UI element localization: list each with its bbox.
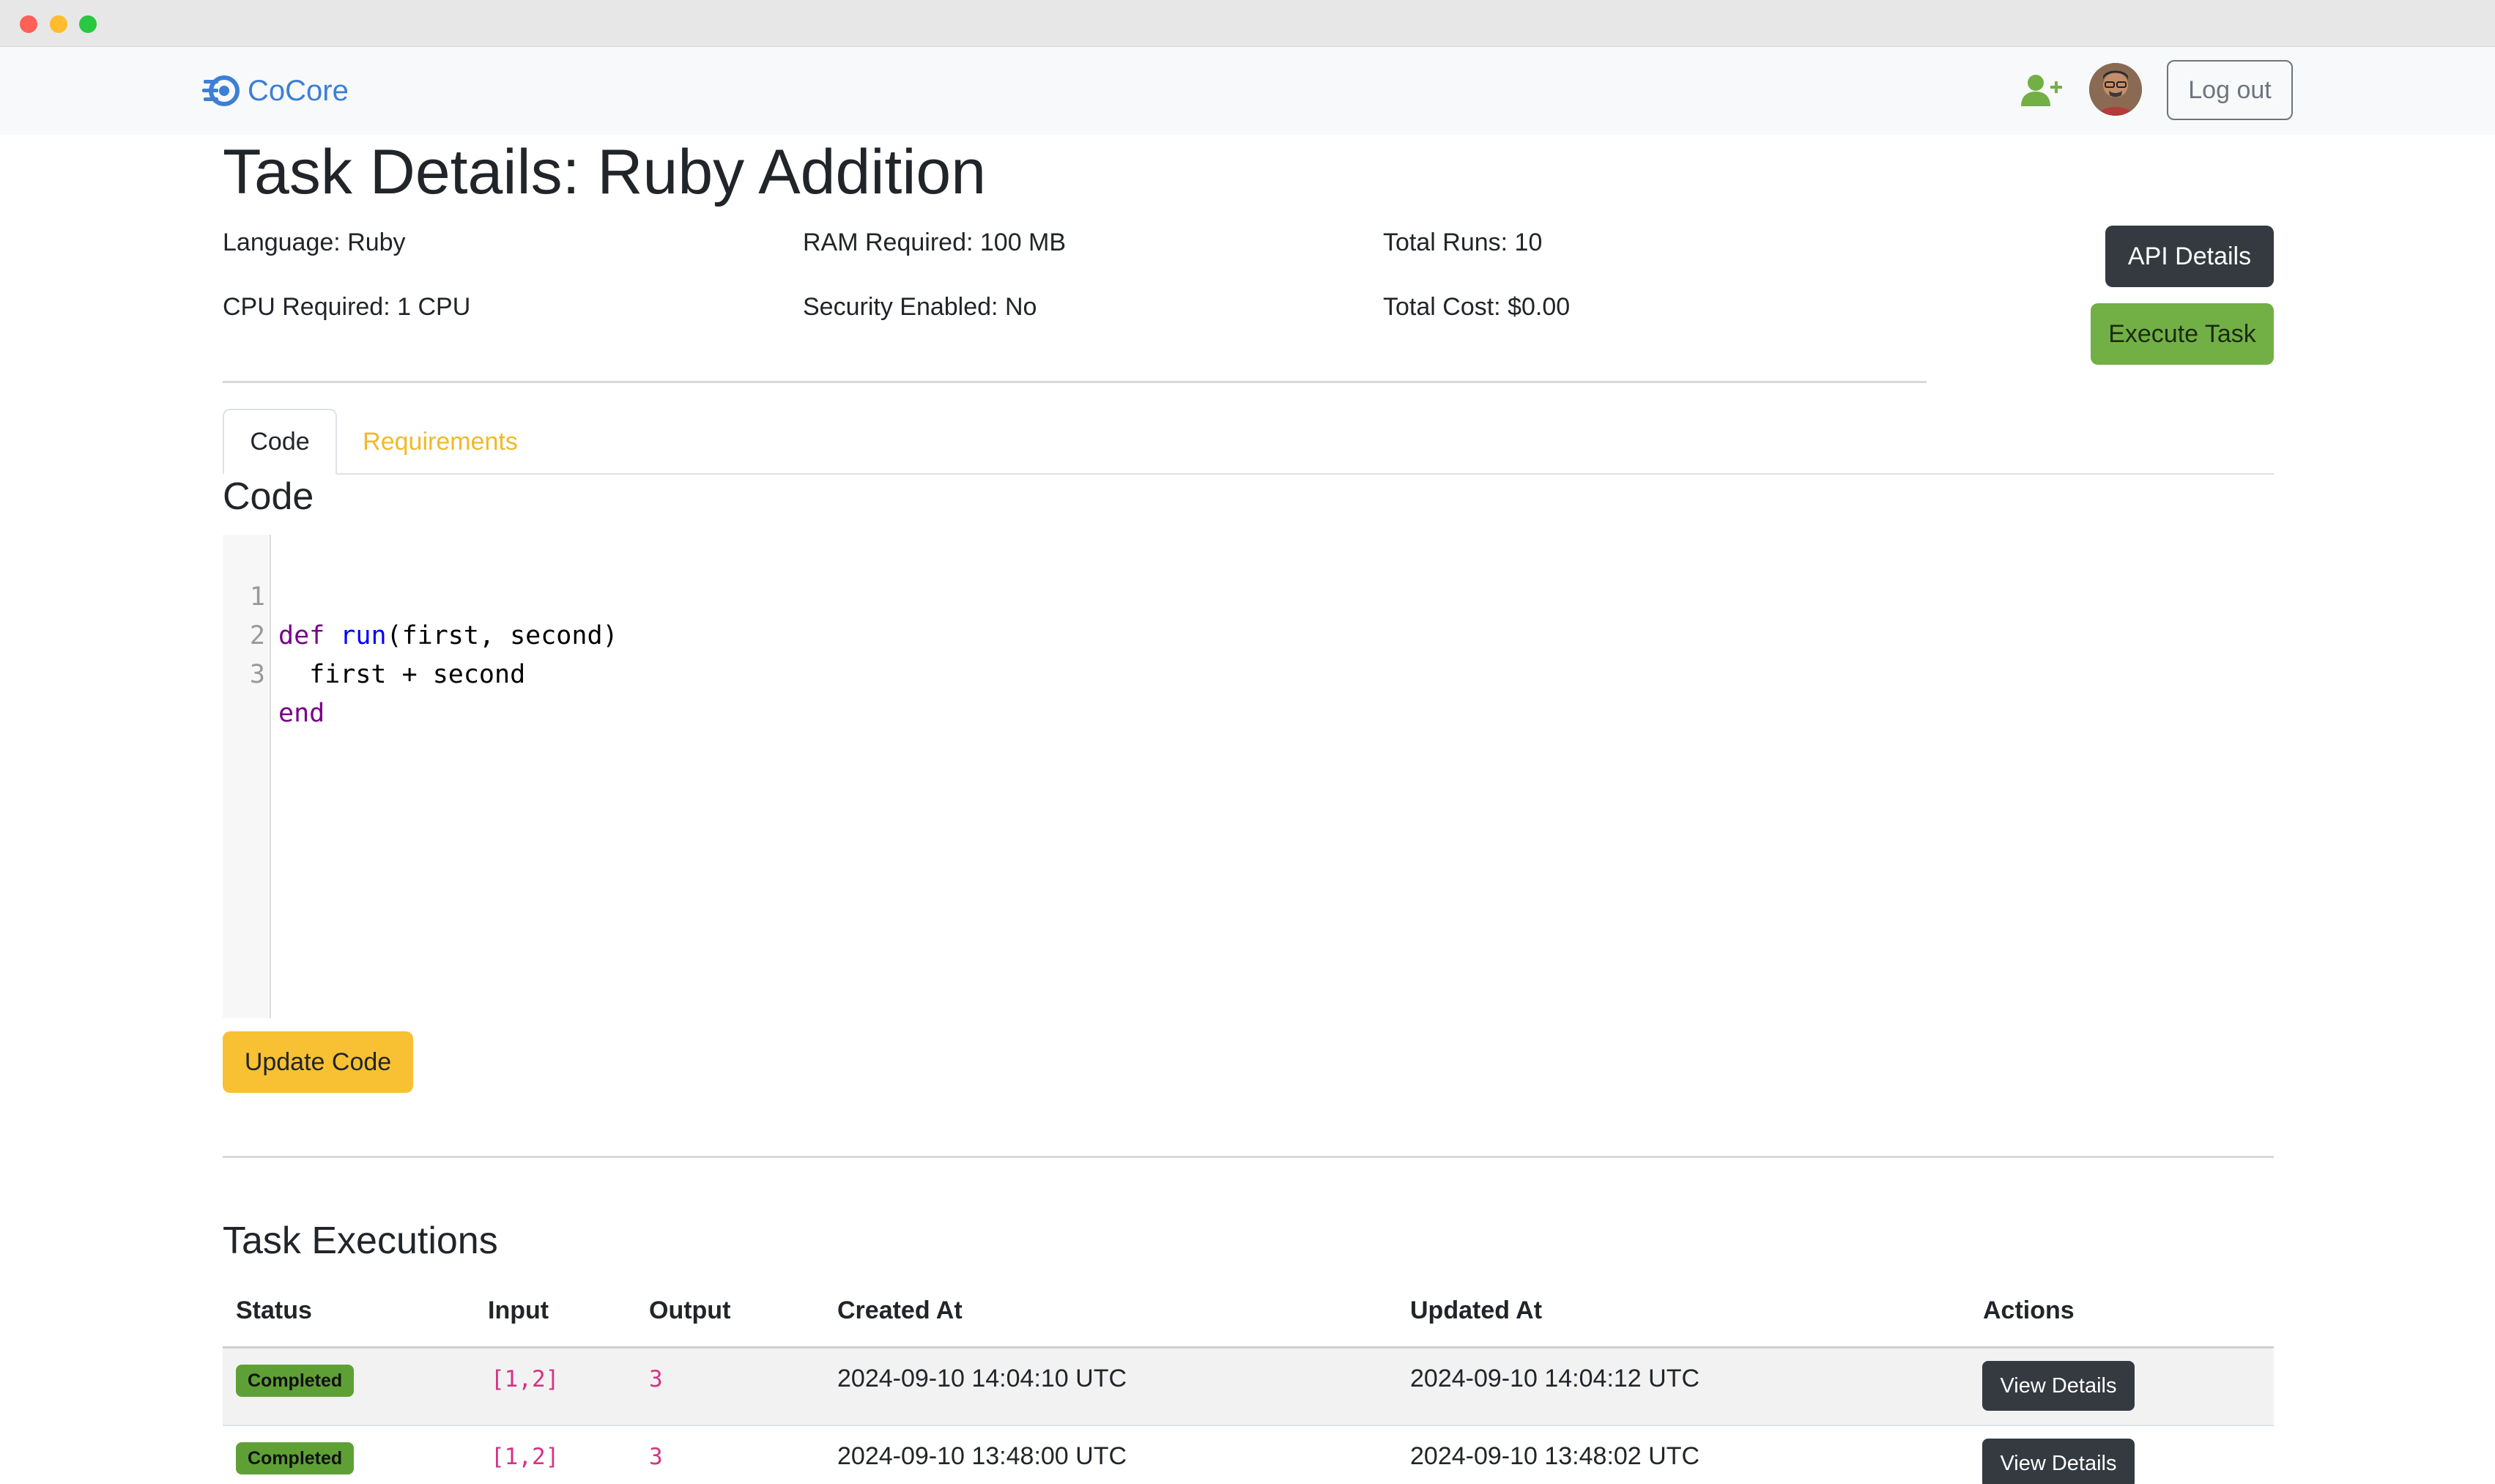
cocore-logo-icon: [202, 75, 240, 106]
cpu-value: 1 CPU: [397, 293, 471, 321]
security-label: Security Enabled:: [803, 293, 998, 321]
task-executions-title: Task Executions: [223, 1220, 498, 1262]
cost-info: Total Cost: $0.00: [1383, 293, 1570, 322]
tab-requirements[interactable]: Requirements: [337, 409, 544, 475]
tab-code[interactable]: Code: [223, 409, 337, 475]
line-number: 3: [249, 660, 265, 689]
input-cell: [1,2]: [491, 1444, 560, 1470]
divider: [223, 1156, 2274, 1158]
cpu-info: CPU Required: 1 CPU: [223, 293, 470, 322]
user-plus-icon: [2021, 75, 2062, 106]
updated-at-cell: 2024-09-10 13:48:02 UTC: [1410, 1442, 1700, 1470]
ram-value: 100 MB: [979, 229, 1067, 256]
user-avatar[interactable]: [2089, 63, 2142, 116]
runs-info: Total Runs: 10: [1383, 229, 1542, 257]
ram-label: RAM Required:: [803, 229, 974, 256]
api-details-button[interactable]: API Details: [2105, 226, 2274, 287]
page-title: Task Details: Ruby Addition: [223, 137, 987, 207]
created-at-cell: 2024-09-10 14:04:10 UTC: [837, 1365, 1127, 1392]
add-user-button[interactable]: [2020, 69, 2064, 113]
language-label: Language:: [223, 229, 341, 256]
column-header-updated-at: Updated At: [1410, 1296, 1543, 1324]
view-details-button[interactable]: View Details: [1982, 1439, 2135, 1484]
ram-info: RAM Required: 100 MB: [803, 229, 1066, 257]
view-details-button[interactable]: View Details: [1982, 1361, 2135, 1411]
status-badge: Completed: [236, 1365, 355, 1397]
code-text: first + second: [278, 660, 526, 689]
divider: [223, 381, 1927, 383]
code-text: end: [278, 694, 325, 733]
column-header-actions: Actions: [1983, 1296, 2075, 1324]
created-at-cell: 2024-09-10 13:48:00 UTC: [837, 1442, 1127, 1470]
code-keyword: end: [278, 699, 325, 728]
input-cell: [1,2]: [491, 1366, 560, 1392]
runs-value: 10: [1514, 229, 1543, 256]
code-line: 2 first + second: [223, 578, 2274, 689]
code-line: 3 end: [223, 617, 2274, 728]
language-info: Language: Ruby: [223, 229, 406, 257]
close-window-button[interactable]: [20, 15, 37, 33]
cpu-label: CPU Required:: [223, 293, 390, 321]
avatar-image: [2089, 63, 2142, 116]
minimize-window-button[interactable]: [50, 15, 67, 33]
security-info: Security Enabled: No: [803, 293, 1037, 322]
execute-task-button[interactable]: Execute Task: [2091, 303, 2274, 365]
logout-button[interactable]: Log out: [2167, 60, 2293, 120]
code-editor[interactable]: 1 def run(first, second) 2 first + secon…: [223, 535, 2274, 1018]
code-section-title: Code: [223, 475, 314, 518]
window-titlebar: [0, 0, 2495, 47]
table-row: Completed [1,2] 3 2024-09-10 14:04:10 UT…: [223, 1348, 2274, 1425]
cost-value: $0.00: [1508, 293, 1571, 321]
cost-label: Total Cost:: [1383, 293, 1501, 321]
brand-link[interactable]: CoCore: [202, 69, 349, 113]
output-cell: 3: [649, 1444, 663, 1470]
update-code-button[interactable]: Update Code: [223, 1031, 413, 1093]
maximize-window-button[interactable]: [79, 15, 97, 33]
security-value: No: [1004, 293, 1037, 321]
column-header-status: Status: [236, 1296, 312, 1324]
column-header-output: Output: [649, 1296, 731, 1324]
updated-at-cell: 2024-09-10 14:04:12 UTC: [1410, 1365, 1700, 1392]
status-badge: Completed: [236, 1442, 355, 1474]
brand-name: CoCore: [248, 74, 349, 107]
language-value: Ruby: [347, 229, 406, 256]
column-header-created-at: Created At: [837, 1296, 963, 1324]
code-line: 1 def run(first, second): [223, 539, 2274, 650]
column-header-input: Input: [488, 1296, 549, 1324]
runs-label: Total Runs:: [1383, 229, 1508, 256]
output-cell: 3: [649, 1366, 663, 1392]
navbar: CoCore Log out: [0, 47, 2495, 135]
table-row: Completed [1,2] 3 2024-09-10 13:48:00 UT…: [223, 1425, 2274, 1484]
